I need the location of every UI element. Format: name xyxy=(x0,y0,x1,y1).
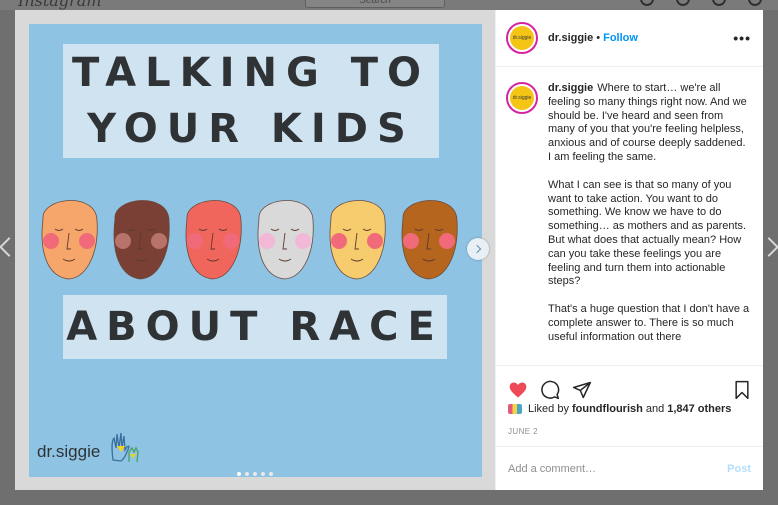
header-separator: • xyxy=(596,32,601,44)
face-illustration xyxy=(113,200,170,280)
face-illustration xyxy=(41,200,98,280)
caption-paragraph: dr.siggie Where to start… we're all feeli… xyxy=(548,82,747,163)
carousel-dot xyxy=(261,472,265,476)
post-media: TALKING TO YOUR KIDS ABOUT RACE dr.siggi… xyxy=(15,10,495,490)
slide-title-top: TALKING TO YOUR KIDS xyxy=(63,44,439,158)
like-heart-icon[interactable] xyxy=(508,380,528,400)
carousel-slide: TALKING TO YOUR KIDS ABOUT RACE dr.siggi… xyxy=(29,24,482,477)
likes-and-label: and xyxy=(645,403,665,415)
slide-brand-logo: dr.siggie xyxy=(37,442,101,461)
profile-icon xyxy=(748,0,762,6)
post-side-panel: dr.siggie dr.siggie • Follow ••• dr.sigg… xyxy=(495,10,763,490)
caption-username[interactable]: dr.siggie xyxy=(548,82,593,94)
carousel-indicators xyxy=(237,472,273,476)
background-header: Instagram Search xyxy=(0,0,778,10)
carousel-dot xyxy=(269,472,273,476)
caption-scroll-area[interactable]: dr.siggie dr.siggie Where to start… we're… xyxy=(496,68,763,365)
likes-count-link[interactable]: 1,847 others xyxy=(667,403,731,415)
instagram-logo: Instagram xyxy=(18,0,102,10)
follow-button[interactable]: Follow xyxy=(603,32,638,44)
post-header: dr.siggie dr.siggie • Follow ••• xyxy=(496,10,763,67)
faces-illustration xyxy=(41,200,458,280)
liked-by-user-link[interactable]: foundflourish xyxy=(572,403,643,415)
comment-bar: Post xyxy=(496,446,763,490)
background-search: Search xyxy=(305,0,445,8)
hands-logo-icon xyxy=(111,432,139,463)
more-options-icon[interactable]: ••• xyxy=(733,30,751,46)
carousel-next-button[interactable] xyxy=(467,238,489,260)
caption-paragraph: What I can see is that so many of you wa… xyxy=(548,178,747,288)
slide-title-bottom: ABOUT RACE xyxy=(63,295,447,359)
direct-icon xyxy=(640,0,654,6)
caption-author-avatar[interactable]: dr.siggie xyxy=(506,82,538,114)
avatar-image: dr.siggie xyxy=(510,26,534,50)
author-username[interactable]: dr.siggie xyxy=(548,32,593,44)
post-date[interactable]: JUNE 2 xyxy=(508,427,538,436)
carousel-dot xyxy=(253,472,257,476)
comment-icon[interactable] xyxy=(540,380,560,400)
face-illustration xyxy=(329,200,386,280)
carousel-dot xyxy=(237,472,241,476)
caption-paragraph: That's a huge question that I don't have… xyxy=(548,303,750,343)
likes-summary: Liked by foundflourish and 1,847 others xyxy=(508,403,734,415)
bookmark-icon[interactable] xyxy=(733,380,751,400)
liker-avatar xyxy=(508,404,522,414)
face-illustration xyxy=(185,200,242,280)
explore-icon xyxy=(676,0,690,6)
chevron-right-icon xyxy=(472,244,482,254)
heart-icon xyxy=(712,0,726,6)
carousel-dot xyxy=(245,472,249,476)
avatar-image: dr.siggie xyxy=(510,86,534,110)
face-illustration xyxy=(401,200,458,280)
liked-by-label: Liked by xyxy=(528,403,569,415)
post-modal: TALKING TO YOUR KIDS ABOUT RACE dr.siggi… xyxy=(15,10,763,490)
author-avatar[interactable]: dr.siggie xyxy=(506,22,538,54)
comment-input[interactable] xyxy=(508,462,708,475)
face-illustration xyxy=(257,200,314,280)
share-icon[interactable] xyxy=(572,380,592,400)
caption-text: dr.siggie Where to start… we're all feeli… xyxy=(548,82,751,365)
post-comment-button[interactable]: Post xyxy=(727,463,751,475)
